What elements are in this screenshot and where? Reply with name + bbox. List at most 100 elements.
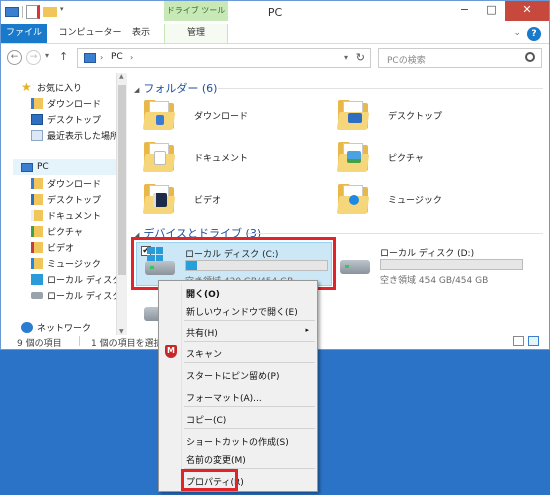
large-icons-view-icon[interactable] xyxy=(528,336,539,346)
submenu-arrow-icon: ▸ xyxy=(305,326,309,334)
nav-item-desktop[interactable]: デスクトップ xyxy=(31,111,101,127)
star-icon: ★ xyxy=(21,79,32,94)
menu-label: 名前の変更(M) xyxy=(186,456,246,466)
tab-file[interactable]: ファイル xyxy=(1,24,47,43)
folders-group-header[interactable]: ◢ フォルダー (6) xyxy=(134,80,217,96)
nav-item-recent[interactable]: 最近表示した場所 xyxy=(31,127,119,143)
back-button[interactable]: ← xyxy=(7,50,22,65)
tab-view[interactable]: 表示 xyxy=(126,24,156,43)
nav-label: ダウンロード xyxy=(47,179,102,190)
menu-separator xyxy=(184,406,315,407)
nav-label: ローカル ディスク (C: xyxy=(47,275,116,286)
menu-item-open-new-window[interactable]: 新しいウィンドウで開く(E) xyxy=(159,301,317,319)
menu-separator xyxy=(184,341,315,342)
nav-label: ダウンロード xyxy=(47,99,102,110)
details-view-icon[interactable] xyxy=(513,336,524,346)
breadcrumb-pc[interactable]: PC xyxy=(111,52,123,62)
ribbon-tabs: ファイル コンピューター 表示 管理 ⌄ ? xyxy=(1,24,549,44)
downloads-folder-icon xyxy=(31,177,43,189)
nav-item-downloads[interactable]: ダウンロード xyxy=(31,95,101,111)
refresh-icon[interactable]: ↻ xyxy=(356,51,365,64)
search-icon[interactable] xyxy=(525,52,535,62)
menu-item-open[interactable]: 開く(O) xyxy=(159,283,317,301)
address-bar[interactable]: › PC › ▾ ↻ xyxy=(77,48,371,68)
nav-item-music[interactable]: ミュージック xyxy=(31,255,101,271)
nav-favorites[interactable]: ★ お気に入り xyxy=(21,79,82,95)
folder-documents[interactable]: ドキュメント xyxy=(142,141,322,181)
folder-pictures[interactable]: ピクチャ xyxy=(336,141,516,181)
menu-item-share[interactable]: 共有(H) ▸ xyxy=(159,322,317,340)
nav-label: デスクトップ xyxy=(47,195,102,206)
up-button[interactable]: ↑ xyxy=(59,50,68,63)
nav-item-drive-d[interactable]: ローカル ディスク (D xyxy=(31,287,116,303)
nav-label: ミュージック xyxy=(47,259,101,270)
maximize-button[interactable]: □ xyxy=(478,1,505,21)
minimize-button[interactable]: − xyxy=(451,1,478,21)
group-label: フォルダー (6) xyxy=(143,82,218,95)
downloads-folder-icon xyxy=(142,99,178,131)
menu-item-pin-to-start[interactable]: スタートにピン留め(P) xyxy=(159,365,317,383)
menu-item-format[interactable]: フォーマット(A)... xyxy=(159,387,317,405)
status-divider xyxy=(79,336,80,346)
documents-folder-icon xyxy=(142,141,178,173)
nav-network[interactable]: ネットワーク xyxy=(21,319,91,335)
nav-item-videos[interactable]: ビデオ xyxy=(31,239,74,255)
menu-label: フォーマット(A)... xyxy=(186,394,262,404)
videos-folder-icon xyxy=(142,183,178,215)
menu-item-create-shortcut[interactable]: ショートカットの作成(S) xyxy=(159,431,317,449)
highlight-box-properties xyxy=(181,469,238,491)
nav-label: ネットワーク xyxy=(37,323,92,334)
tab-computer[interactable]: コンピューター xyxy=(55,24,125,43)
folder-desktop[interactable]: デスクトップ xyxy=(336,99,516,139)
recent-places-icon xyxy=(31,129,43,141)
nav-item-drive-c[interactable]: ローカル ディスク (C: xyxy=(31,271,116,287)
menu-label: スキャン xyxy=(186,350,223,360)
item-count: 9 個の項目 xyxy=(17,339,62,349)
nav-label: PC xyxy=(37,162,49,172)
forward-button[interactable]: → xyxy=(26,50,41,65)
menu-label: 共有(H) xyxy=(186,329,218,339)
tab-manage[interactable]: 管理 xyxy=(164,24,228,43)
nav-item-pictures[interactable]: ピクチャ xyxy=(31,223,83,239)
navigation-pane: ★ お気に入り ダウンロード デスクトップ 最近表示した場所 PC ダウンロード… xyxy=(1,73,128,335)
nav-label: デスクトップ xyxy=(47,115,102,126)
scrollbar-thumb[interactable] xyxy=(118,85,126,275)
nav-item-desktop[interactable]: デスクトップ xyxy=(31,191,101,207)
menu-separator xyxy=(184,320,315,321)
menu-separator xyxy=(184,362,315,363)
nav-item-downloads[interactable]: ダウンロード xyxy=(31,175,101,191)
menu-item-copy[interactable]: コピー(C) xyxy=(159,409,317,427)
nav-scrollbar[interactable]: ▲ ▼ xyxy=(116,73,127,335)
help-icon[interactable]: ? xyxy=(527,27,541,41)
menu-item-rename[interactable]: 名前の変更(M) xyxy=(159,449,317,467)
drive-d[interactable]: ローカル ディスク (D:) 空き領域 454 GB/454 GB xyxy=(332,242,528,286)
close-button[interactable]: ✕ xyxy=(505,1,549,21)
hard-drive-icon xyxy=(340,260,370,274)
folder-label: ドキュメント xyxy=(194,154,249,164)
scroll-up-icon[interactable]: ▲ xyxy=(119,73,124,80)
folder-label: ピクチャ xyxy=(388,154,424,164)
address-dropdown-icon[interactable]: ▾ xyxy=(344,53,348,62)
menu-label: 開く(O) xyxy=(186,290,220,300)
nav-label: ビデオ xyxy=(47,243,75,254)
drive-usage-bar xyxy=(380,259,523,270)
title-bar: ▾ ドライブ ツール PC − □ ✕ xyxy=(1,1,549,25)
nav-pc[interactable]: PC xyxy=(13,159,116,175)
ribbon-expand-icon[interactable]: ⌄ xyxy=(513,28,521,38)
recent-locations-icon[interactable]: ▾ xyxy=(45,51,49,60)
menu-item-scan[interactable]: M スキャン xyxy=(159,343,317,361)
folder-music[interactable]: ミュージック xyxy=(336,183,516,223)
music-folder-icon xyxy=(31,257,43,269)
desktop-icon xyxy=(31,113,43,125)
collapse-icon[interactable]: ◢ xyxy=(134,86,139,94)
breadcrumb-separator[interactable]: › xyxy=(130,53,133,62)
scroll-down-icon[interactable]: ▼ xyxy=(119,328,124,335)
drive-name: ローカル ディスク (D:) xyxy=(380,249,475,259)
menu-label: スタートにピン留め(P) xyxy=(186,372,280,382)
folder-downloads[interactable]: ダウンロード xyxy=(142,99,322,139)
desktop-folder-icon xyxy=(336,99,372,131)
breadcrumb-separator[interactable]: › xyxy=(100,53,103,62)
folder-videos[interactable]: ビデオ xyxy=(142,183,322,223)
nav-item-documents[interactable]: ドキュメント xyxy=(31,207,101,223)
search-input[interactable]: PCの検索 xyxy=(378,48,542,68)
